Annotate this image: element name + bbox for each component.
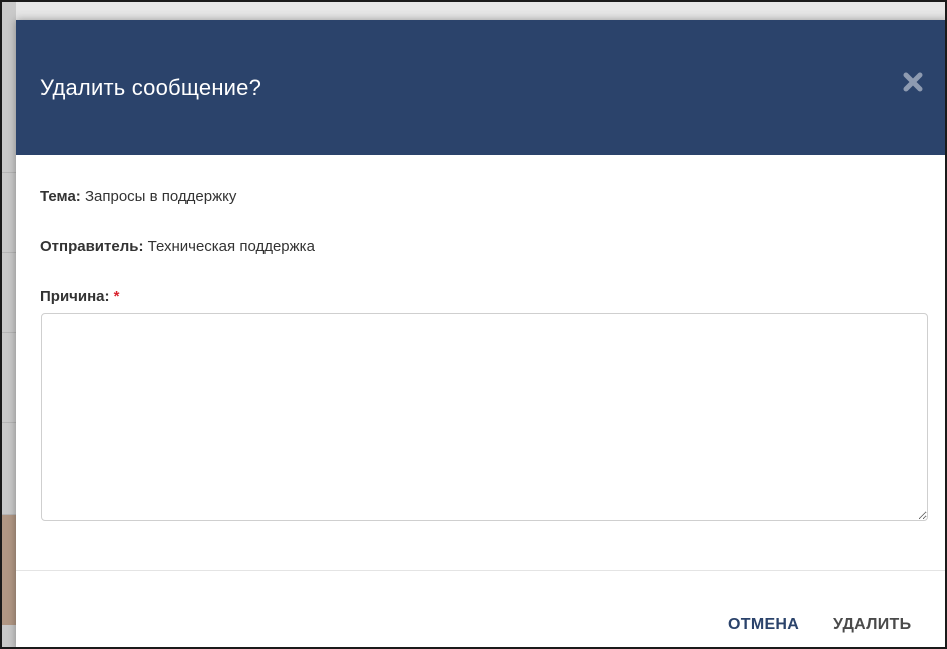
background-divider bbox=[2, 172, 16, 173]
delete-button[interactable]: УДАЛИТЬ bbox=[833, 616, 911, 634]
dialog-header: Удалить сообщение? bbox=[16, 20, 945, 155]
screenshot-frame: Удалить сообщение? Тема: Запросы в подде… bbox=[0, 0, 947, 649]
footer-divider bbox=[16, 570, 945, 571]
close-icon bbox=[903, 72, 923, 92]
subject-line: Тема: Запросы в поддержку bbox=[40, 188, 236, 205]
sender-value: Техническая поддержка bbox=[147, 238, 315, 255]
reason-line: Причина: * bbox=[40, 288, 120, 305]
background-page-left-edge bbox=[2, 2, 16, 647]
background-divider bbox=[2, 252, 16, 253]
sender-label: Отправитель: bbox=[40, 238, 144, 255]
subject-value: Запросы в поддержку bbox=[84, 188, 237, 205]
background-page-top bbox=[2, 2, 945, 20]
dialog-title: Удалить сообщение? bbox=[40, 75, 262, 100]
cancel-button[interactable]: ОТМЕНА bbox=[728, 616, 799, 634]
close-button[interactable] bbox=[901, 70, 925, 94]
delete-message-dialog: Удалить сообщение? Тема: Запросы в подде… bbox=[16, 20, 945, 647]
required-mark: * bbox=[113, 288, 120, 305]
background-divider bbox=[2, 332, 16, 333]
reason-label: Причина: bbox=[40, 288, 110, 305]
reason-textarea[interactable] bbox=[41, 313, 928, 521]
background-divider bbox=[2, 422, 16, 423]
subject-label: Тема: bbox=[40, 188, 81, 205]
background-image-strip bbox=[2, 514, 16, 625]
sender-line: Отправитель: Техническая поддержка bbox=[40, 238, 315, 255]
